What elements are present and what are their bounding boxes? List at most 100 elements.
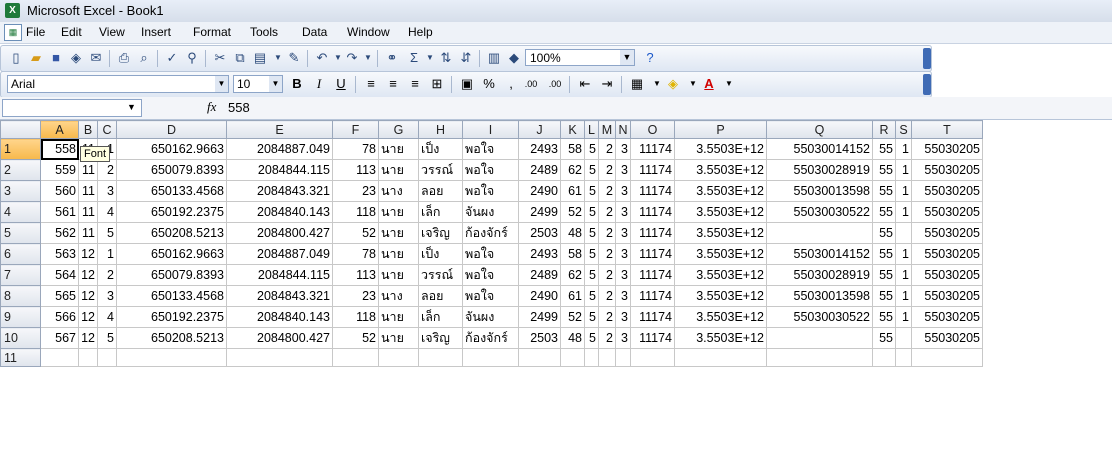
cell-a10[interactable]: 567 <box>40 327 79 349</box>
hyperlink-icon[interactable]: ⚭ <box>383 49 401 67</box>
cell-l8[interactable]: 5 <box>584 285 599 307</box>
cell-l11[interactable] <box>584 348 599 367</box>
column-header-p[interactable]: P <box>674 120 767 139</box>
decrease-decimal-button[interactable]: .00 <box>545 75 565 93</box>
cell-n7[interactable]: 3 <box>615 264 631 286</box>
cell-p2[interactable]: 3.5503E+12 <box>674 159 767 181</box>
cell-e10[interactable]: 2084800.427 <box>226 327 333 349</box>
align-left-icon[interactable]: ≡ <box>361 75 381 93</box>
bold-button[interactable]: B <box>287 75 307 93</box>
cell-f11[interactable] <box>332 348 379 367</box>
align-center-icon[interactable]: ≡ <box>383 75 403 93</box>
cell-i1[interactable]: พอใจ <box>462 138 519 160</box>
cell-c7[interactable]: 2 <box>97 264 117 286</box>
cell-r7[interactable]: 55 <box>872 264 896 286</box>
column-header-q[interactable]: Q <box>766 120 873 139</box>
help-icon[interactable]: ? <box>641 49 659 67</box>
column-header-e[interactable]: E <box>226 120 333 139</box>
row-header[interactable]: 1 <box>0 138 41 160</box>
cell-t2[interactable]: 55030205 <box>911 159 983 181</box>
column-header-t[interactable]: T <box>911 120 983 139</box>
cell-o6[interactable]: 11174 <box>630 243 675 265</box>
sort-descending-icon[interactable]: ⇵ <box>457 49 475 67</box>
cell-c9[interactable]: 4 <box>97 306 117 328</box>
cell-r2[interactable]: 55 <box>872 159 896 181</box>
menu-help[interactable]: Help <box>408 25 433 39</box>
cell-p9[interactable]: 3.5503E+12 <box>674 306 767 328</box>
cell-s5[interactable] <box>895 222 912 244</box>
column-header-n[interactable]: N <box>615 120 631 139</box>
chevron-down-icon[interactable]: ▼ <box>269 76 282 92</box>
cell-i8[interactable]: พอใจ <box>462 285 519 307</box>
cell-k4[interactable]: 52 <box>560 201 585 223</box>
cell-i9[interactable]: จันผง <box>462 306 519 328</box>
open-folder-icon[interactable]: ▰ <box>27 49 45 67</box>
cell-j6[interactable]: 2493 <box>518 243 561 265</box>
cell-o4[interactable]: 11174 <box>630 201 675 223</box>
chevron-down-icon[interactable]: ▼ <box>620 50 634 65</box>
cell-l10[interactable]: 5 <box>584 327 599 349</box>
cell-n3[interactable]: 3 <box>615 180 631 202</box>
cell-r9[interactable]: 55 <box>872 306 896 328</box>
cell-g4[interactable]: นาย <box>378 201 419 223</box>
cell-m4[interactable]: 2 <box>598 201 616 223</box>
cell-n4[interactable]: 3 <box>615 201 631 223</box>
cell-t7[interactable]: 55030205 <box>911 264 983 286</box>
cell-f6[interactable]: 78 <box>332 243 379 265</box>
cell-p5[interactable]: 3.5503E+12 <box>674 222 767 244</box>
cell-k7[interactable]: 62 <box>560 264 585 286</box>
cell-n6[interactable]: 3 <box>615 243 631 265</box>
cell-e1[interactable]: 2084887.049 <box>226 138 333 160</box>
cell-o8[interactable]: 11174 <box>630 285 675 307</box>
cell-a8[interactable]: 565 <box>40 285 79 307</box>
column-header-b[interactable]: B <box>78 120 98 139</box>
cell-j5[interactable]: 2503 <box>518 222 561 244</box>
cell-f9[interactable]: 118 <box>332 306 379 328</box>
cell-b10[interactable]: 12 <box>78 327 98 349</box>
cell-l5[interactable]: 5 <box>584 222 599 244</box>
drawing-icon[interactable]: ◆ <box>505 49 523 67</box>
cell-r11[interactable] <box>872 348 896 367</box>
cell-e3[interactable]: 2084843.321 <box>226 180 333 202</box>
row-header[interactable]: 4 <box>0 201 41 223</box>
cell-a3[interactable]: 560 <box>40 180 79 202</box>
cell-t3[interactable]: 55030205 <box>911 180 983 202</box>
column-header-g[interactable]: G <box>378 120 419 139</box>
cell-k3[interactable]: 61 <box>560 180 585 202</box>
cell-e4[interactable]: 2084840.143 <box>226 201 333 223</box>
cell-g9[interactable]: นาย <box>378 306 419 328</box>
cell-b5[interactable]: 11 <box>78 222 98 244</box>
cell-s1[interactable]: 1 <box>895 138 912 160</box>
cell-m1[interactable]: 2 <box>598 138 616 160</box>
print-icon[interactable]: ⎙ <box>115 49 133 67</box>
cell-h6[interactable]: เป็ง <box>418 243 463 265</box>
menu-format[interactable]: Format <box>193 25 231 39</box>
cell-r5[interactable]: 55 <box>872 222 896 244</box>
column-header-k[interactable]: K <box>560 120 585 139</box>
row-header[interactable]: 6 <box>0 243 41 265</box>
cell-e11[interactable] <box>226 348 333 367</box>
cell-i10[interactable]: ก้องจักร์ <box>462 327 519 349</box>
new-icon[interactable]: ▯ <box>7 49 25 67</box>
cell-g2[interactable]: นาย <box>378 159 419 181</box>
cell-r10[interactable]: 55 <box>872 327 896 349</box>
cell-r3[interactable]: 55 <box>872 180 896 202</box>
cell-h5[interactable]: เจริญ <box>418 222 463 244</box>
cell-i3[interactable]: พอใจ <box>462 180 519 202</box>
cell-c10[interactable]: 5 <box>97 327 117 349</box>
decrease-indent-icon[interactable]: ⇤ <box>575 75 595 93</box>
cell-s10[interactable] <box>895 327 912 349</box>
font-name-select[interactable]: Arial ▼ <box>7 75 229 93</box>
cell-q5[interactable] <box>766 222 873 244</box>
cell-c6[interactable]: 1 <box>97 243 117 265</box>
column-header-s[interactable]: S <box>895 120 912 139</box>
cell-m6[interactable]: 2 <box>598 243 616 265</box>
column-header-m[interactable]: M <box>598 120 616 139</box>
cell-j9[interactable]: 2499 <box>518 306 561 328</box>
select-all-corner[interactable] <box>0 120 41 139</box>
cell-h2[interactable]: วรรณ์ <box>418 159 463 181</box>
cell-q6[interactable]: 55030014152 <box>766 243 873 265</box>
cell-h3[interactable]: ลอย <box>418 180 463 202</box>
column-header-i[interactable]: I <box>462 120 519 139</box>
chart-wizard-icon[interactable]: ▥ <box>485 49 503 67</box>
